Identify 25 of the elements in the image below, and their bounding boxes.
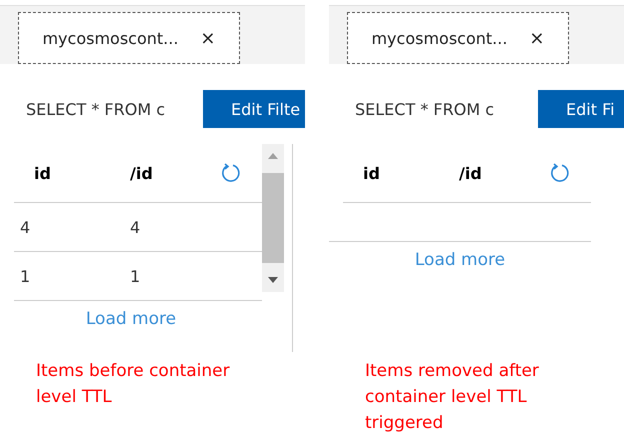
close-icon[interactable]: × xyxy=(200,28,216,48)
table-cell-text: 4 xyxy=(19,218,32,236)
close-icon[interactable]: × xyxy=(529,28,545,48)
table-cell-text: 1 xyxy=(19,266,32,286)
refresh-icon[interactable] xyxy=(549,162,571,184)
query-text: SELECT * FROM c xyxy=(26,100,166,118)
tab[interactable]: mycosmoscont... × xyxy=(347,12,569,64)
tab-title: mycosmoscont... xyxy=(371,28,508,48)
tab[interactable]: mycosmoscont... × xyxy=(18,12,240,64)
scroll-down-icon[interactable] xyxy=(268,276,278,284)
tab-title: mycosmoscont... xyxy=(42,28,178,48)
column-header: /id xyxy=(459,164,483,182)
scrollbar[interactable] xyxy=(262,144,284,292)
column-header: /id xyxy=(130,164,154,182)
edit-filter-button[interactable]: Edit Filte xyxy=(203,90,305,128)
refresh-icon[interactable] xyxy=(220,162,242,184)
column-header: id xyxy=(33,164,52,182)
annotation-text: Items before container level TTL xyxy=(36,360,231,409)
query-text: SELECT * FROM c xyxy=(355,100,494,118)
table-cell-text: 4 xyxy=(130,218,142,236)
scroll-up-icon[interactable] xyxy=(268,152,278,160)
annotation-text: Items removed after container level TTL triggered xyxy=(365,360,540,435)
column-header: id xyxy=(362,164,381,182)
table-cell-text: 1 xyxy=(130,266,142,286)
edit-filter-button[interactable]: Edit Fi xyxy=(538,90,624,128)
